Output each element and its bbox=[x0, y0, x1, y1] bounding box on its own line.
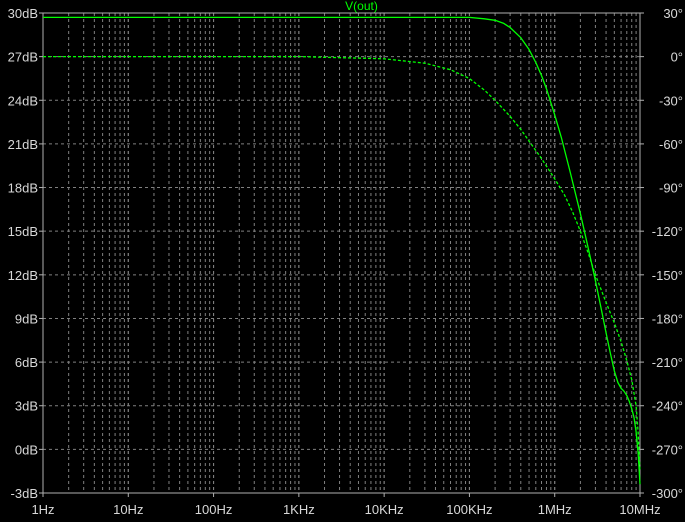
right-tick-label: -30° bbox=[659, 93, 683, 108]
left-tick-label: 21dB bbox=[8, 137, 38, 152]
left-tick-label: 27dB bbox=[8, 50, 38, 65]
x-tick-label: 100Hz bbox=[195, 502, 233, 517]
left-tick-label: -3dB bbox=[11, 486, 38, 501]
right-tick-label: -210° bbox=[652, 355, 683, 370]
left-tick-label: 0dB bbox=[15, 442, 38, 457]
x-tick-label: 10Hz bbox=[113, 502, 143, 517]
left-tick-label: 9dB bbox=[15, 311, 38, 326]
right-tick-label: -90° bbox=[659, 181, 683, 196]
bode-plot: 30dB 27dB 24dB 21dB 18dB 15dB 12dB 9dB 6dB 3dB 0dB… bbox=[0, 0, 685, 522]
left-tick-label: 24dB bbox=[8, 93, 38, 108]
right-tick-label: 30° bbox=[663, 6, 683, 21]
right-tick-label: 0° bbox=[671, 50, 683, 65]
x-tick-label: 10KHz bbox=[365, 502, 404, 517]
x-tick-label: 1MHz bbox=[538, 502, 572, 517]
x-tick-label: 10MHz bbox=[619, 502, 660, 517]
x-tick-label: 100KHz bbox=[446, 502, 492, 517]
right-tick-label: -180° bbox=[652, 311, 683, 326]
right-tick-label: -150° bbox=[652, 268, 683, 283]
left-tick-label: 12dB bbox=[8, 268, 38, 283]
x-tick-label: 1KHz bbox=[283, 502, 315, 517]
right-tick-label: -270° bbox=[652, 442, 683, 457]
right-tick-label: -300° bbox=[652, 486, 683, 501]
left-tick-label: 30dB bbox=[8, 6, 38, 21]
left-tick-label: 15dB bbox=[8, 224, 38, 239]
right-tick-label: -240° bbox=[652, 399, 683, 414]
right-tick-label: -60° bbox=[659, 137, 683, 152]
left-tick-label: 6dB bbox=[15, 355, 38, 370]
left-tick-label: 3dB bbox=[15, 399, 38, 414]
chart-title: V(out) bbox=[345, 0, 378, 13]
left-tick-label: 18dB bbox=[8, 181, 38, 196]
right-tick-label: -120° bbox=[652, 224, 683, 239]
x-tick-label: 1Hz bbox=[31, 502, 54, 517]
